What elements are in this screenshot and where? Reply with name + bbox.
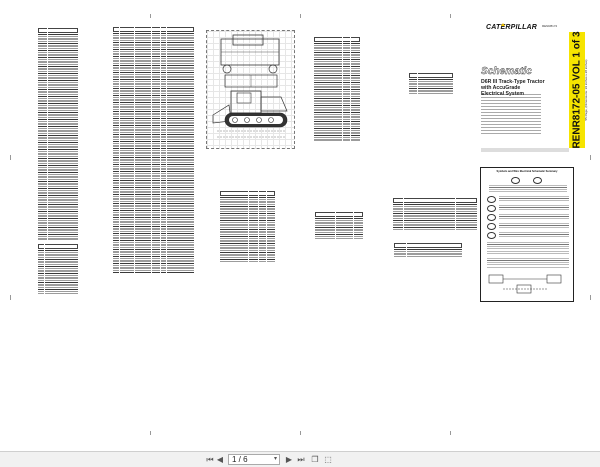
related-table (409, 73, 453, 95)
summary-title: Symbols and Wire Electrical Schematic Su… (496, 170, 558, 173)
harness-table (220, 191, 275, 263)
first-page-icon[interactable]: ⏮ (205, 455, 215, 465)
component-location-table (38, 28, 78, 241)
table-rows (315, 218, 363, 239)
symbol-icon (487, 205, 496, 212)
symbol-legend-text (499, 196, 569, 201)
symbol-legend-text (499, 232, 569, 237)
table-header (394, 243, 462, 248)
symbol-icon (533, 177, 542, 184)
title-footer-band (481, 148, 569, 152)
next-page-icon[interactable]: ▶ (284, 455, 294, 465)
page-number-field[interactable]: 1 / 6 ▾ (228, 454, 280, 465)
wire-example-diagram (488, 274, 562, 294)
connector-location-table (38, 244, 78, 294)
serial-number-list (481, 94, 541, 136)
border-tick (590, 295, 591, 300)
schematic-sheet: CATERPILLAR RENR8172 Schematic D6R III T… (0, 0, 600, 451)
caterpillar-logo: CATERPILLAR (486, 23, 538, 31)
table-header (409, 73, 453, 78)
symbol-icon (487, 214, 496, 221)
symbol-icon (487, 232, 496, 239)
table-header (38, 28, 78, 33)
table-rows (314, 43, 360, 142)
symbol-icon (511, 177, 520, 184)
table-rows (38, 34, 78, 241)
wire-list-table (113, 27, 194, 273)
table-rows (113, 33, 194, 273)
table-header (315, 212, 363, 217)
document-size-note: 55 Page, (Dimensions: 39 inches x 28 inc… (584, 59, 588, 121)
table-rows (393, 204, 477, 230)
border-tick (10, 155, 11, 160)
border-tick (450, 431, 451, 435)
symbol-icon (487, 196, 496, 203)
symbol-legend-text (489, 185, 567, 193)
pdf-toolbar: ⏮ ◀ 1 / 6 ▾ ▶ ⏭ ❐ ⬚ (0, 451, 600, 467)
border-tick (300, 431, 301, 435)
option-table (394, 243, 462, 258)
logo-note: RENR8172 (542, 24, 558, 28)
table-header (393, 198, 477, 203)
rotate-icon[interactable]: ⬚ (323, 455, 333, 465)
border-tick (590, 155, 591, 160)
fit-page-icon[interactable]: ❐ (310, 455, 320, 465)
border-tick (450, 14, 451, 18)
symbol-icon (487, 223, 496, 230)
schematic-title: Schematic (481, 66, 532, 77)
symbol-legend-text (499, 205, 569, 210)
table-rows (409, 79, 453, 95)
table-rows (394, 249, 462, 258)
electrical-symbols-table (393, 198, 477, 230)
document-number: RENR8172-05 VOL 1 of 3 (571, 31, 583, 149)
border-tick (150, 431, 151, 435)
chevron-down-icon[interactable]: ▾ (274, 455, 277, 464)
logo-area: CATERPILLAR RENR8172 (480, 22, 580, 34)
machine-location-drawing (206, 30, 295, 149)
border-tick (150, 14, 151, 18)
wire-legend-text (487, 242, 569, 254)
wire-legend-text (487, 258, 569, 268)
table-header (113, 27, 194, 32)
table-header (314, 37, 360, 42)
symbol-legend-text (499, 214, 569, 219)
symbol-legend-text (499, 223, 569, 228)
symbols-summary-box: Symbols and Wire Electrical Schematic Su… (480, 167, 574, 302)
connector-table (314, 37, 360, 142)
prev-page-icon[interactable]: ◀ (215, 455, 225, 465)
tractor-outline-svg (212, 34, 288, 138)
last-page-icon[interactable]: ⏭ (296, 455, 306, 465)
switch-table (315, 212, 363, 239)
border-tick (10, 295, 11, 300)
border-tick (300, 14, 301, 18)
page-number-value: 1 / 6 (232, 455, 248, 464)
